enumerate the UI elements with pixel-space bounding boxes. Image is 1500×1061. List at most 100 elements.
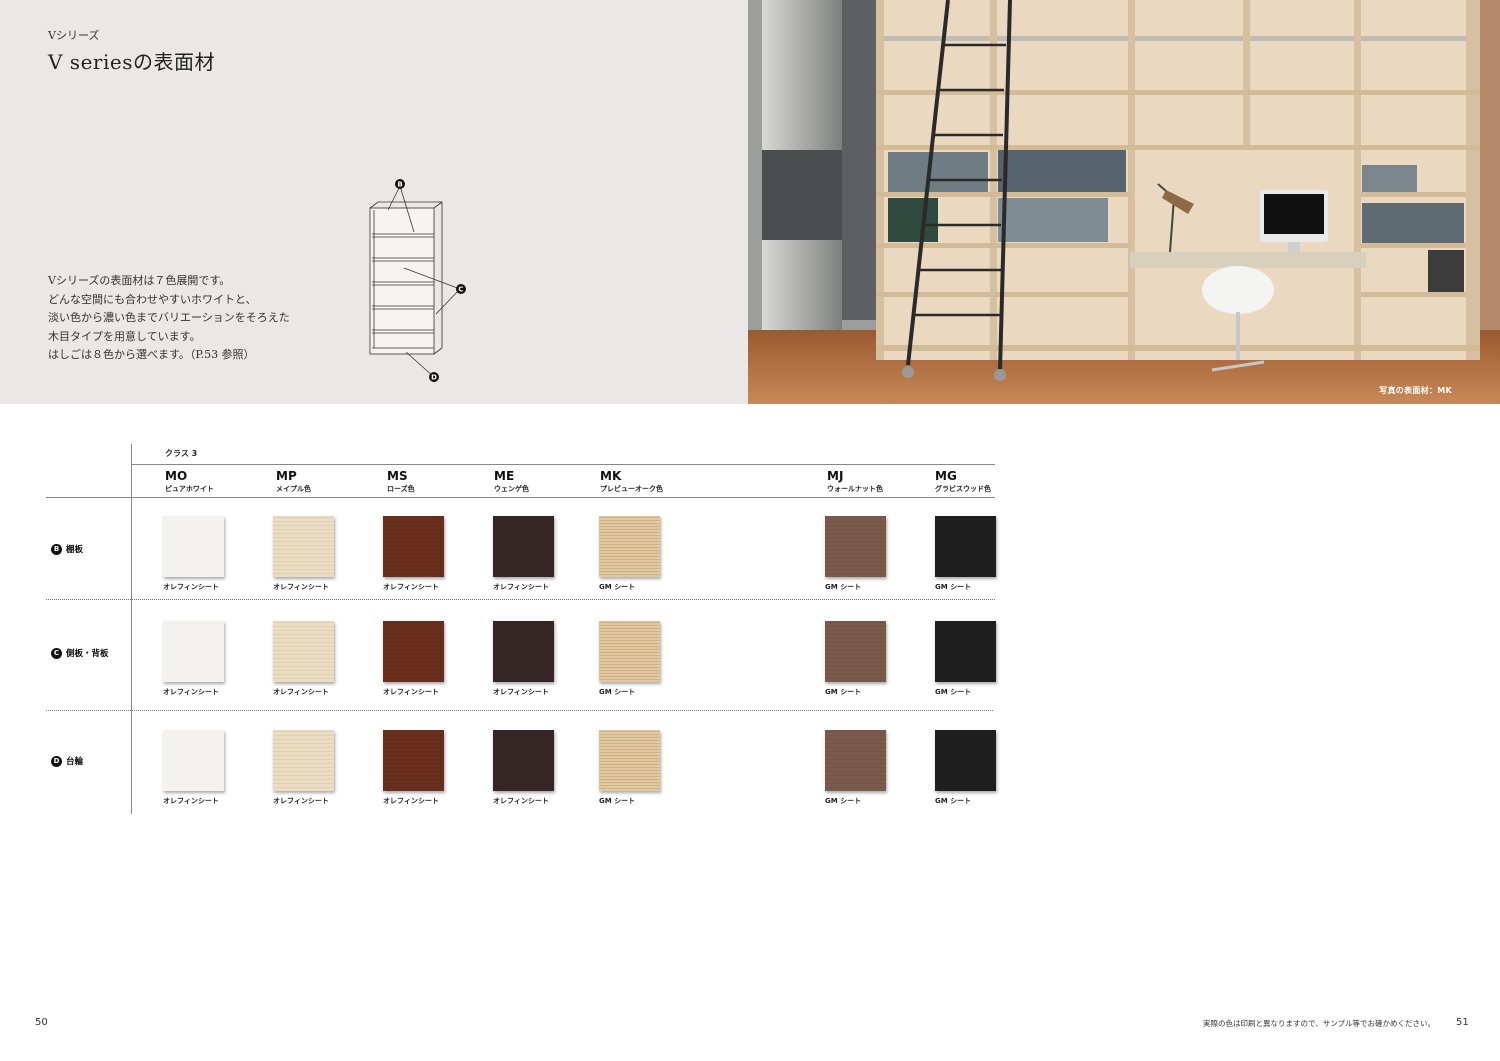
color-code: MG bbox=[935, 469, 957, 483]
material-label: GM シート bbox=[825, 797, 862, 805]
diagram-badge-c: C bbox=[456, 284, 466, 294]
color-swatch bbox=[935, 621, 996, 682]
color-name: ウォールナット色 bbox=[827, 485, 883, 493]
series-subtitle: Vシリーズ bbox=[48, 29, 100, 42]
intro-line: 木目タイプを用意しています。 bbox=[48, 329, 201, 343]
header-rule bbox=[131, 464, 995, 465]
material-label: オレフィンシート bbox=[273, 797, 329, 805]
swatch-cell: オレフィンシート bbox=[273, 730, 334, 806]
intro-line: Vシリーズの表面材は７色展開です。 bbox=[48, 274, 231, 287]
color-swatch bbox=[383, 516, 444, 577]
color-swatch bbox=[493, 621, 554, 682]
material-label: オレフィンシート bbox=[163, 688, 219, 696]
color-name: ウェンゲ色 bbox=[494, 485, 529, 493]
material-label: GM シート bbox=[935, 797, 972, 805]
part-name: 棚板 bbox=[66, 545, 84, 555]
material-label: オレフィンシート bbox=[493, 797, 549, 805]
color-name: プレビューオーク色 bbox=[600, 485, 663, 493]
swatch-cell: GM シート bbox=[825, 730, 886, 806]
swatch-cell: GM シート bbox=[599, 621, 660, 697]
page-number-right: 51 bbox=[1456, 1017, 1469, 1028]
library-illustration bbox=[748, 0, 1500, 404]
swatch-cell: オレフィンシート bbox=[273, 621, 334, 697]
swatch-cell: GM シート bbox=[935, 516, 996, 592]
color-swatch bbox=[825, 730, 886, 791]
color-swatch bbox=[493, 730, 554, 791]
column-header-mk: MK プレビューオーク色 bbox=[600, 470, 663, 494]
material-label: GM シート bbox=[599, 688, 636, 696]
material-label: GM シート bbox=[935, 583, 972, 591]
interior-photo: 写真の表面材：MK bbox=[748, 0, 1500, 404]
intro-text: Vシリーズの表面材は７色展開です。 どんな空間にも合わせやすいホワイトと、 淡い… bbox=[48, 272, 348, 365]
row-divider bbox=[46, 710, 993, 711]
diagram-label: B bbox=[397, 181, 402, 189]
class-label: クラス 3 bbox=[165, 449, 198, 458]
header-bottom-rule bbox=[46, 497, 995, 498]
material-label: オレフィンシート bbox=[163, 583, 219, 591]
swatch-cell: GM シート bbox=[599, 730, 660, 806]
color-code: MS bbox=[387, 469, 408, 483]
intro-panel: Vシリーズ V seriesの表面材 Vシリーズの表面材は７色展開です。 どんな… bbox=[0, 0, 748, 404]
swatch-cell: オレフィンシート bbox=[273, 516, 334, 592]
swatch-cell: GM シート bbox=[825, 621, 886, 697]
color-swatch bbox=[493, 516, 554, 577]
intro-line: 淡い色から濃い色までバリエーションをそろえた bbox=[48, 311, 290, 324]
color-name: メイプル色 bbox=[276, 485, 311, 493]
color-swatch bbox=[599, 621, 660, 682]
color-swatch bbox=[163, 516, 224, 577]
swatch-cell: オレフィンシート bbox=[493, 730, 554, 806]
color-swatch bbox=[935, 730, 996, 791]
color-swatch bbox=[825, 516, 886, 577]
material-label: GM シート bbox=[825, 583, 862, 591]
material-label: GM シート bbox=[599, 797, 636, 805]
diagram-label: C bbox=[458, 286, 463, 294]
column-header-mo: MO ピュアホワイト bbox=[165, 470, 214, 494]
color-code: MK bbox=[600, 469, 622, 483]
color-swatch bbox=[273, 621, 334, 682]
material-label: オレフィンシート bbox=[493, 583, 549, 591]
material-label: オレフィンシート bbox=[383, 583, 439, 591]
material-label: オレフィンシート bbox=[273, 688, 329, 696]
row-label-shelf: B 棚板 bbox=[51, 543, 83, 555]
color-name: グラビスウッド色 bbox=[935, 485, 991, 493]
row-divider bbox=[46, 599, 995, 600]
part-name: 台輪 bbox=[66, 757, 84, 767]
diagram-badge-b: B bbox=[395, 179, 405, 189]
swatch-cell: オレフィンシート bbox=[163, 730, 224, 806]
color-swatch bbox=[383, 621, 444, 682]
part-badge: C bbox=[51, 647, 62, 659]
material-label: オレフィンシート bbox=[383, 797, 439, 805]
color-code: MO bbox=[165, 469, 188, 483]
color-swatch bbox=[935, 516, 996, 577]
material-label: GM シート bbox=[935, 688, 972, 696]
material-label: オレフィンシート bbox=[163, 797, 219, 805]
swatch-cell: オレフィンシート bbox=[493, 621, 554, 697]
color-name: ピュアホワイト bbox=[165, 485, 214, 493]
swatch-cell: オレフィンシート bbox=[383, 516, 444, 592]
diagram-badge-d: D bbox=[429, 372, 439, 382]
color-name: ローズ色 bbox=[387, 485, 415, 493]
swatch-cell: オレフィンシート bbox=[383, 730, 444, 806]
swatch-cell: オレフィンシート bbox=[383, 621, 444, 697]
swatch-cell: オレフィンシート bbox=[163, 621, 224, 697]
color-swatch bbox=[163, 730, 224, 791]
material-label: オレフィンシート bbox=[493, 688, 549, 696]
color-swatch bbox=[163, 621, 224, 682]
color-swatch bbox=[599, 516, 660, 577]
column-header-me: ME ウェンゲ色 bbox=[494, 470, 529, 494]
color-disclaimer: 実際の色は印刷と異なりますので、サンプル等でお確かめください。 bbox=[1203, 1019, 1435, 1028]
row-label-plinth: D 台輪 bbox=[51, 755, 83, 767]
column-header-mg: MG グラビスウッド色 bbox=[935, 470, 991, 494]
part-badge: B bbox=[51, 543, 62, 555]
color-code: MP bbox=[276, 469, 297, 483]
color-swatch bbox=[383, 730, 444, 791]
swatch-cell: GM シート bbox=[935, 621, 996, 697]
diagram-label: D bbox=[431, 374, 437, 382]
column-header-ms: MS ローズ色 bbox=[387, 470, 415, 494]
material-label: オレフィンシート bbox=[273, 583, 329, 591]
swatch-cell: GM シート bbox=[935, 730, 996, 806]
photo-caption: 写真の表面材：MK bbox=[1379, 386, 1452, 395]
color-code: MJ bbox=[827, 469, 844, 483]
part-badge: D bbox=[51, 755, 62, 767]
color-code: ME bbox=[494, 469, 515, 483]
